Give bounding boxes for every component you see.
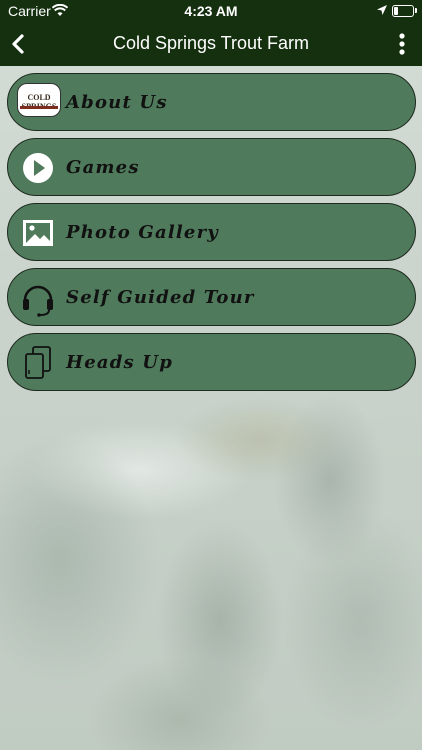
menu-item-photo-gallery[interactable]: Photo Gallery — [7, 203, 416, 261]
menu-item-label: Self Guided Tour — [66, 287, 255, 308]
menu-item-label: Photo Gallery — [66, 222, 219, 243]
image-icon — [23, 220, 53, 246]
menu-item-label: About Us — [66, 92, 168, 113]
menu-item-games[interactable]: Games — [7, 138, 416, 196]
menu-item-label: Games — [66, 157, 140, 178]
status-bar: Carrier 4:23 AM — [0, 0, 422, 22]
menu-item-heads-up[interactable]: Heads Up — [7, 333, 416, 391]
navigation-bar: Cold Springs Trout Farm — [0, 22, 422, 66]
headset-icon — [23, 285, 53, 317]
status-time: 4:23 AM — [184, 3, 238, 19]
menu-item-about-us[interactable]: COLD SPRINGS About Us — [7, 73, 416, 131]
battery-icon — [392, 5, 414, 17]
cards-icon — [25, 346, 51, 379]
battery-nub — [415, 8, 417, 13]
battery-level — [394, 7, 398, 15]
cold-springs-logo: COLD SPRINGS — [17, 83, 61, 117]
more-vertical-icon[interactable] — [392, 30, 412, 58]
menu-item-self-guided-tour[interactable]: Self Guided Tour — [7, 268, 416, 326]
location-arrow-icon — [377, 5, 387, 15]
page-title: Cold Springs Trout Farm — [112, 33, 310, 53]
logo-stripe — [20, 106, 58, 109]
menu-item-label: Heads Up — [66, 352, 173, 373]
menu-list: COLD SPRINGS About Us Games Photo Galler… — [7, 73, 416, 398]
play-circle-icon — [23, 153, 53, 183]
